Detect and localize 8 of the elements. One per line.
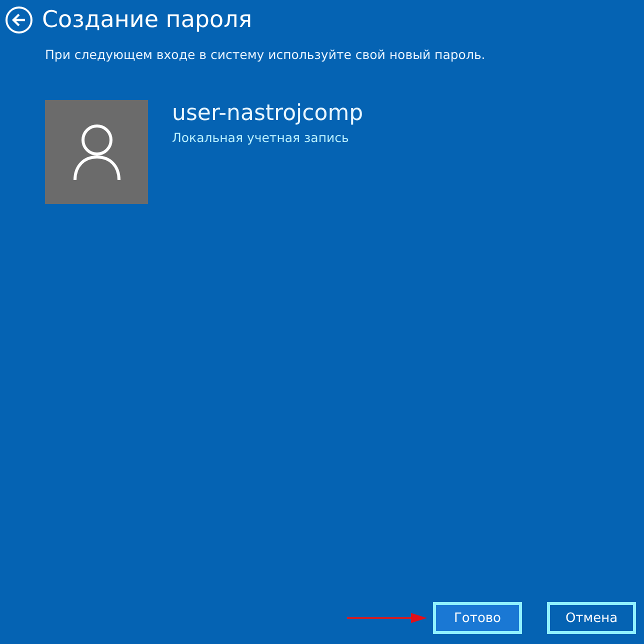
account-type: Локальная учетная запись: [172, 130, 350, 145]
instruction-text: При следующем входе в систему используйте свой новый пароль.: [45, 47, 486, 62]
page-title: Создание пароля: [42, 6, 252, 35]
done-button[interactable]: Готово: [433, 602, 522, 634]
avatar-icon: [45, 100, 148, 204]
back-button[interactable]: [5, 6, 33, 34]
user-name: user-nastrojcomp: [172, 100, 364, 128]
cancel-button[interactable]: Отмена: [547, 602, 636, 634]
